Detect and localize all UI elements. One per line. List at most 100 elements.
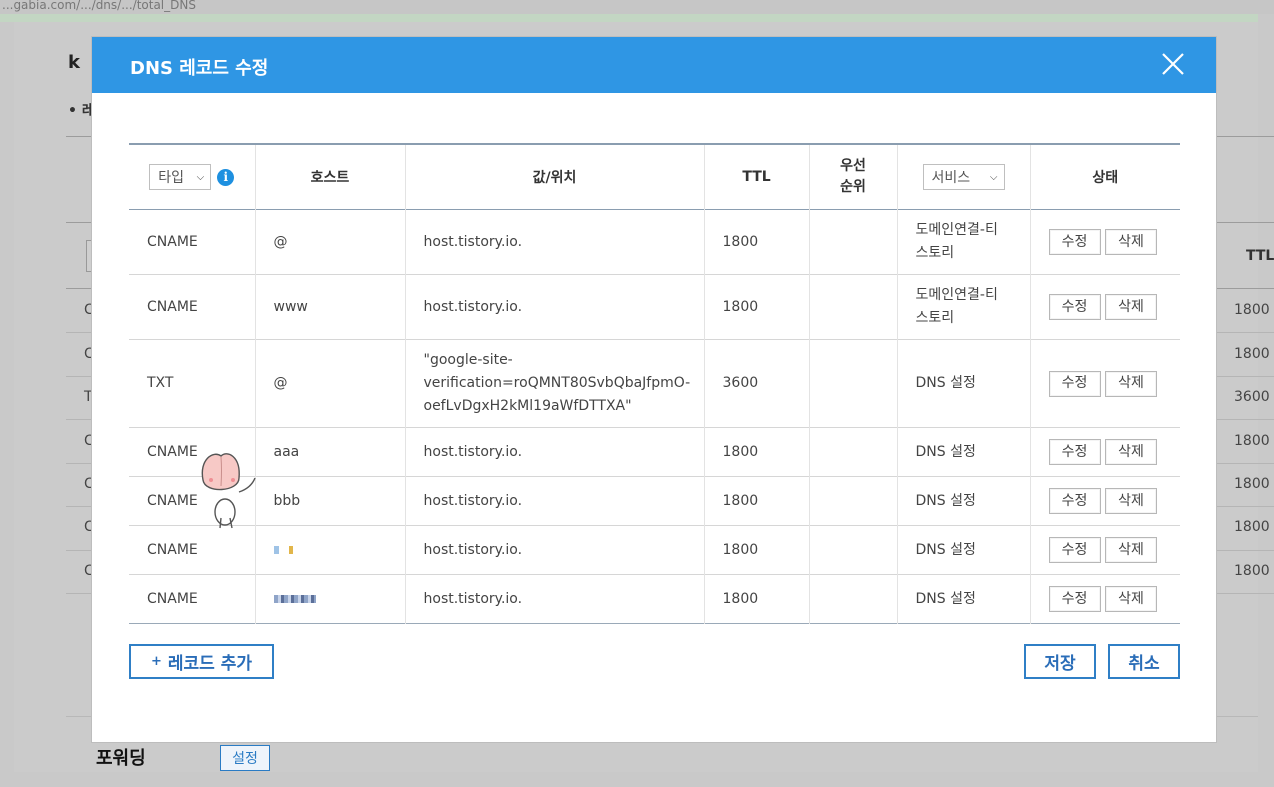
background-ttl-value: 3600: [1234, 389, 1270, 405]
cancel-button[interactable]: 취소: [1108, 644, 1180, 679]
chevron-down-icon: ⌵: [196, 171, 205, 183]
table-row: CNAME host.tistory.io. 1800 DNS 설정 수정 삭제: [129, 574, 1180, 624]
record-type: CNAME: [129, 525, 256, 575]
record-value: host.tistory.io.: [405, 525, 705, 575]
record-ttl: 1800: [704, 274, 810, 340]
delete-record-button[interactable]: 삭제: [1104, 586, 1157, 612]
forwarding-settings-button[interactable]: 설정: [220, 745, 270, 771]
record-host: www: [255, 274, 406, 340]
record-ttl: 1800: [704, 427, 810, 477]
redacted-host: [273, 594, 316, 603]
ttl-column-header: TTL: [704, 144, 810, 210]
record-type: CNAME: [129, 574, 256, 624]
record-actions: 수정 삭제: [1030, 575, 1180, 624]
record-actions: 수정 삭제: [1030, 340, 1180, 428]
record-priority: [809, 274, 898, 340]
record-service: 도메인연결-티 스토리: [897, 209, 1031, 275]
record-priority: [809, 476, 898, 526]
record-value: host.tistory.io.: [405, 274, 705, 340]
record-actions: 수정 삭제: [1030, 477, 1180, 526]
table-header-row: 타입 ⌵ i 호스트 값/위치 TTL 우선 순위 서비스 ⌵ 상태: [129, 144, 1180, 210]
background-logo: k: [68, 52, 80, 73]
record-type: CNAME: [129, 274, 256, 340]
record-value: host.tistory.io.: [405, 209, 705, 275]
priority-header-line2: 순위: [840, 179, 866, 195]
edit-record-button[interactable]: 수정: [1048, 439, 1101, 465]
chevron-down-icon: ⌵: [989, 171, 998, 183]
priority-header-line1: 우선: [840, 158, 866, 174]
dns-record-table: 타입 ⌵ i 호스트 값/위치 TTL 우선 순위 서비스 ⌵ 상태 CNAME…: [129, 143, 1180, 624]
browser-url-bar: ...gabia.com/.../dns/.../total_DNS: [0, 0, 1274, 14]
modal-header: DNS 레코드 수정: [92, 37, 1216, 93]
record-ttl: 1800: [704, 209, 810, 275]
table-row: CNAME host.tistory.io. 1800 DNS 설정 수정 삭제: [129, 525, 1180, 575]
delete-record-button[interactable]: 삭제: [1104, 537, 1157, 563]
edit-record-button[interactable]: 수정: [1048, 370, 1101, 397]
edit-record-button[interactable]: 수정: [1048, 229, 1101, 255]
record-actions: 수정 삭제: [1030, 526, 1180, 575]
delete-record-button[interactable]: 삭제: [1104, 294, 1157, 320]
record-value-line2: verification=roQMNT80SvbQbaJfpmO-: [423, 375, 691, 391]
background-bullet-heading: • 레: [68, 103, 95, 119]
record-value: "google-site- verification=roQMNT80SvbQb…: [405, 339, 705, 428]
delete-record-button[interactable]: 삭제: [1104, 439, 1157, 465]
record-service: DNS 설정: [897, 476, 1031, 526]
record-service: DNS 설정: [897, 427, 1031, 477]
host-column-header: 호스트: [255, 144, 406, 210]
type-column-header: 타입 ⌵ i: [129, 144, 256, 210]
service-filter-label: 서비스: [931, 170, 971, 186]
record-priority: [809, 427, 898, 477]
edit-record-button[interactable]: 수정: [1048, 488, 1101, 514]
record-value-line1: "google-site-: [423, 352, 513, 368]
background-ttl-header: TTL: [1246, 248, 1274, 264]
record-priority: [809, 209, 898, 275]
record-service-line1: 도메인연결-티: [915, 222, 998, 238]
service-column-header: 서비스 ⌵: [897, 144, 1031, 210]
record-value: host.tistory.io.: [405, 574, 705, 624]
record-actions: 수정 삭제: [1030, 210, 1180, 275]
record-actions: 수정 삭제: [1030, 428, 1180, 477]
table-row: CNAME aaa host.tistory.io. 1800 DNS 설정 수…: [129, 427, 1180, 477]
record-service: DNS 설정: [897, 339, 1031, 428]
record-ttl: 1800: [704, 574, 810, 624]
forwarding-label: 포워딩: [96, 748, 146, 769]
record-host: aaa: [255, 427, 406, 477]
record-host: @: [255, 209, 406, 275]
add-record-button[interactable]: + 레코드 추가: [129, 644, 274, 679]
record-service-line2: 스토리: [915, 245, 955, 261]
record-priority: [809, 339, 898, 428]
record-host: bbb: [255, 476, 406, 526]
service-filter-select[interactable]: 서비스 ⌵: [922, 164, 1005, 190]
delete-record-button[interactable]: 삭제: [1104, 370, 1157, 397]
delete-record-button[interactable]: 삭제: [1104, 229, 1157, 255]
priority-column-header: 우선 순위: [809, 144, 898, 210]
record-ttl: 1800: [704, 476, 810, 526]
type-filter-select[interactable]: 타입 ⌵: [149, 164, 212, 190]
table-row: CNAME @ host.tistory.io. 1800 도메인연결-티 스토…: [129, 209, 1180, 275]
edit-record-button[interactable]: 수정: [1048, 294, 1101, 320]
record-ttl: 1800: [704, 525, 810, 575]
background-ttl-value: 1800: [1234, 519, 1270, 535]
record-ttl: 3600: [704, 339, 810, 428]
record-actions: 수정 삭제: [1030, 275, 1180, 340]
close-icon[interactable]: [1160, 51, 1186, 77]
record-value-line3: oefLvDgxH2kMl19aWfDTTXA": [423, 398, 632, 414]
info-icon[interactable]: i: [217, 168, 235, 186]
page-top-strip: [0, 14, 1258, 22]
table-row: CNAME www host.tistory.io. 1800 도메인연결-티 …: [129, 274, 1180, 340]
save-button[interactable]: 저장: [1024, 644, 1096, 679]
record-value: host.tistory.io.: [405, 427, 705, 477]
modal-title: DNS 레코드 수정: [130, 58, 269, 79]
table-row: CNAME bbb host.tistory.io. 1800 DNS 설정 수…: [129, 476, 1180, 526]
record-service-line1: 도메인연결-티: [915, 287, 998, 303]
background-ttl-value: 1800: [1234, 563, 1270, 579]
edit-record-button[interactable]: 수정: [1048, 537, 1101, 563]
delete-record-button[interactable]: 삭제: [1104, 488, 1157, 514]
background-ttl-value: 1800: [1234, 346, 1270, 362]
plus-icon: +: [150, 654, 162, 669]
record-service: DNS 설정: [897, 574, 1031, 624]
record-value: host.tistory.io.: [405, 476, 705, 526]
record-host: @: [255, 339, 406, 428]
edit-record-button[interactable]: 수정: [1048, 586, 1101, 612]
record-service-line2: 스토리: [915, 310, 955, 326]
